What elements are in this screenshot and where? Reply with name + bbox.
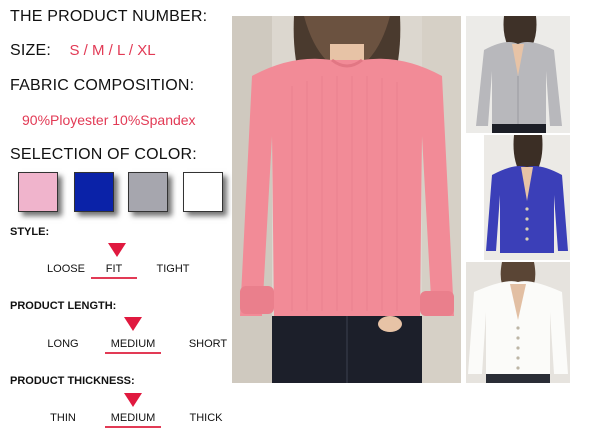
style-option-fit[interactable]: FIT [91,263,137,279]
product-number-heading: THE PRODUCT NUMBER: [10,8,208,25]
thickness-option-thick[interactable]: THICK [178,412,234,424]
thumbnail-blue[interactable] [484,135,570,260]
gray-cardigan-illustration [466,16,570,133]
color-heading: SELECTION OF COLOR: [10,146,197,163]
thumbnail-white[interactable] [466,262,570,383]
color-swatch-gray[interactable] [128,172,168,212]
thickness-option-thin[interactable]: THIN [35,412,91,424]
thickness-option-medium[interactable]: MEDIUM [105,412,161,428]
style-option-tight[interactable]: TIGHT [145,263,201,275]
length-selected-marker-icon [124,317,142,331]
style-option-loose[interactable]: LOOSE [38,263,94,275]
thickness-label: PRODUCT THICKNESS: [10,375,135,387]
style-selected-marker-icon [108,243,126,257]
blue-cardigan-illustration [484,135,570,260]
fabric-heading: FABRIC COMPOSITION: [10,77,195,94]
size-heading: SIZE: [10,42,52,59]
length-option-long[interactable]: LONG [35,338,91,350]
pink-sweater-illustration [232,16,461,383]
main-product-photo-pink [232,16,461,383]
size-value: S / M / L / XL [69,42,156,59]
length-label: PRODUCT LENGTH: [10,300,117,312]
style-label: STYLE: [10,226,50,238]
color-swatch-pink[interactable] [18,172,58,212]
color-swatch-white[interactable] [183,172,223,212]
thumbnail-gray[interactable] [466,16,570,133]
color-swatch-blue[interactable] [74,172,114,212]
fabric-value: 90%Ployester 10%Spandex [22,112,196,128]
length-option-medium[interactable]: MEDIUM [105,338,161,354]
length-option-short[interactable]: SHORT [180,338,236,350]
white-cardigan-back-illustration [466,262,570,383]
size-row: SIZE: S / M / L / XL [10,42,156,60]
thickness-selected-marker-icon [124,393,142,407]
